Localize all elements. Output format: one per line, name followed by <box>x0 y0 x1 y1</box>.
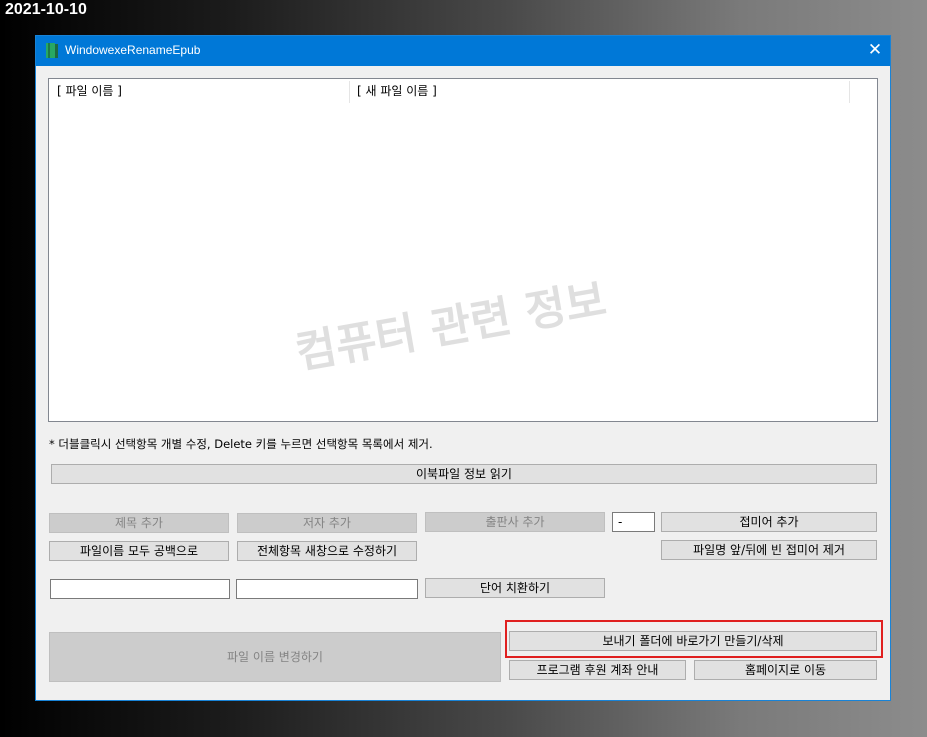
add-title-button[interactable]: 제목 추가 <box>49 513 229 533</box>
column-header-filename[interactable]: [ 파일 이름 ] <box>49 79 349 103</box>
window-title: WindowexeRenameEpub <box>65 43 201 57</box>
add-affix-button[interactable]: 접미어 추가 <box>661 512 877 532</box>
rename-files-button[interactable]: 파일 이름 변경하기 <box>49 632 501 682</box>
separator-input[interactable]: - <box>612 512 655 532</box>
highlight-box <box>505 620 883 658</box>
title-bar[interactable]: WindowexeRenameEpub ✕ <box>36 36 890 66</box>
replace-text-input[interactable] <box>236 579 418 599</box>
date-label: 2021-10-10 <box>5 1 87 18</box>
column-separator <box>849 81 850 103</box>
file-list[interactable]: [ 파일 이름 ] [ 새 파일 이름 ] <box>48 78 878 422</box>
usage-hint: * 더블클릭시 선택항목 개별 수정, Delete 키를 누르면 선택항목 목… <box>49 437 433 451</box>
replace-word-button[interactable]: 단어 치환하기 <box>425 578 605 598</box>
find-text-input[interactable] <box>50 579 230 599</box>
read-ebook-info-button[interactable]: 이북파일 정보 읽기 <box>51 464 877 484</box>
edit-all-button[interactable]: 전체항목 새창으로 수정하기 <box>237 541 417 561</box>
close-icon[interactable]: ✕ <box>860 36 890 66</box>
column-header-new-filename[interactable]: [ 새 파일 이름 ] <box>349 79 849 103</box>
remove-empty-affix-button[interactable]: 파일명 앞/뒤에 빈 접미어 제거 <box>661 540 877 560</box>
support-info-button[interactable]: 프로그램 후원 계좌 안내 <box>509 660 686 680</box>
add-publisher-button[interactable]: 출판사 추가 <box>425 512 605 532</box>
add-author-button[interactable]: 저자 추가 <box>237 513 417 533</box>
all-space-button[interactable]: 파일이름 모두 공백으로 <box>49 541 229 561</box>
book-icon <box>46 43 58 58</box>
homepage-button[interactable]: 홈페이지로 이동 <box>694 660 877 680</box>
app-window: WindowexeRenameEpub ✕ [ 파일 이름 ] [ 새 파일 이… <box>35 35 891 701</box>
